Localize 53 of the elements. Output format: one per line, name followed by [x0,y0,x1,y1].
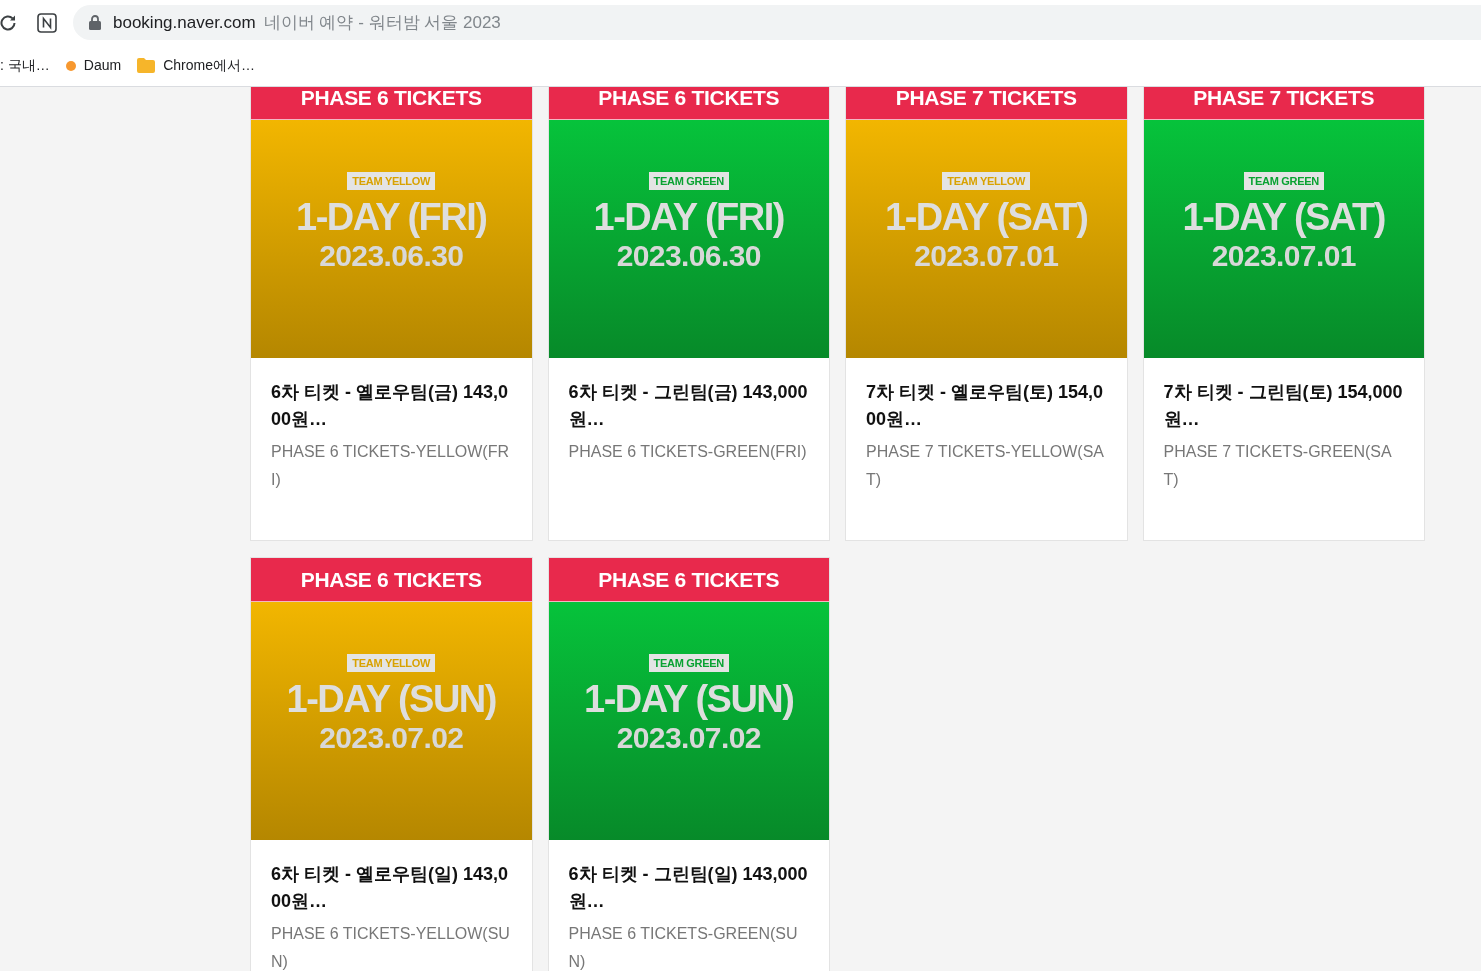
team-tag: TEAM GREEN [648,172,729,190]
date-text: 2023.07.02 [319,720,464,756]
address-bar[interactable]: booking.naver.com 네이버 예약 - 워터밤 서울 2023 [73,5,1481,40]
date-text: 2023.07.01 [914,238,1059,274]
date-text: 2023.06.30 [319,238,464,274]
day-text: 1-DAY (SAT) [1182,196,1385,238]
phase-header: PHASE 6 TICKETS [251,558,532,602]
phase-header: PHASE 7 TICKETS [846,87,1127,120]
bookmark-link[interactable]: : 국내… [0,55,50,76]
team-tag: TEAM YELLOW [347,172,436,190]
team-tag: TEAM GREEN [1243,172,1324,190]
day-text: 1-DAY (SUN) [286,678,496,720]
ticket-card[interactable]: PHASE 7 TICKETS TEAM GREEN 1-DAY (SAT) 2023.07.01 7차 티켓 - 그린팀(토) 154,000원… PHASE 7 TICKETS-GREEN(SAT) [1142,87,1425,541]
product-title: 7차 티켓 - 옐로우팀(토) 154,000원… [866,381,1105,431]
product-title: 6차 티켓 - 그린팀(일) 143,000원… [568,863,809,913]
day-text: 1-DAY (FRI) [593,196,784,238]
phase-header: PHASE 6 TICKETS [548,558,829,602]
product-title: 6차 티켓 - 그린팀(금) 143,000원… [568,381,809,431]
phase-header: PHASE 6 TICKETS [548,87,829,120]
lock-icon [89,15,101,30]
phase-header: PHASE 6 TICKETS [251,87,532,120]
product-title: 6차 티켓 - 옐로우팀(금) 143,000원… [271,381,510,431]
product-title: 6차 티켓 - 옐로우팀(일) 143,000원… [271,863,510,913]
product-title: 7차 티켓 - 그린팀(토) 154,000원… [1163,381,1404,431]
phase-header: PHASE 7 TICKETS [1143,87,1424,120]
date-text: 2023.06.30 [616,238,761,274]
product-subtitle: PHASE 7 TICKETS-GREEN(SAT) [1163,442,1393,490]
bookmark-link[interactable]: Daum [83,55,122,76]
day-text: 1-DAY (SUN) [584,678,794,720]
team-tag: TEAM GREEN [648,654,729,672]
ticket-card[interactable]: PHASE 6 TICKETS TEAM YELLOW 1-DAY (FRI) 2023.06.30 6차 티켓 - 옐로우팀(금) 143,000원… PHASE 6 TICKETS-YELLOW(FRI) [250,87,533,541]
dot-icon [65,60,76,71]
day-text: 1-DAY (FRI) [296,196,487,238]
folder-icon [137,58,156,73]
url-text: booking.naver.com [113,11,256,34]
day-text: 1-DAY (SAT) [885,196,1088,238]
product-subtitle: PHASE 6 TICKETS-YELLOW(FRI) [271,442,510,490]
bookmark-folder[interactable]: Chrome에서… [163,55,255,76]
team-tag: TEAM YELLOW [942,172,1031,190]
product-subtitle: PHASE 6 TICKETS-YELLOW(SUN) [271,924,511,971]
product-subtitle: PHASE 6 TICKETS-GREEN(SUN) [568,924,799,971]
ticket-card[interactable]: PHASE 7 TICKETS TEAM YELLOW 1-DAY (SAT) 2023.07.01 7차 티켓 - 옐로우팀(토) 154,000원… PHASE 7 TICKETS-YELLOW(SAT) [845,87,1128,541]
product-subtitle: PHASE 6 TICKETS-GREEN(FRI) [568,442,808,462]
site-icon[interactable] [37,12,57,33]
ticket-card[interactable]: PHASE 6 TICKETS TEAM GREEN 1-DAY (FRI) 2023.06.30 6차 티켓 - 그린팀(금) 143,000원… PHASE 6 TICKETS-GREEN(FRI) [547,87,830,541]
date-text: 2023.07.02 [616,720,761,756]
ticket-card[interactable]: PHASE 6 TICKETS TEAM GREEN 1-DAY (SUN) 2023.07.02 6차 티켓 - 그린팀(일) 143,000원… PHASE 6 TICKETS-GREEN(SUN) [547,557,830,971]
reload-icon[interactable] [0,12,18,33]
page-title-text: 네이버 예약 - 워터밤 서울 2023 [263,11,501,34]
date-text: 2023.07.01 [1211,238,1356,274]
ticket-card[interactable]: PHASE 6 TICKETS TEAM YELLOW 1-DAY (SUN) 2023.07.02 6차 티켓 - 옐로우팀(일) 143,000원… PHASE 6 TICKETS-YELLOW(SUN) [250,557,533,971]
product-subtitle: PHASE 7 TICKETS-YELLOW(SAT) [866,442,1105,490]
team-tag: TEAM YELLOW [347,654,436,672]
